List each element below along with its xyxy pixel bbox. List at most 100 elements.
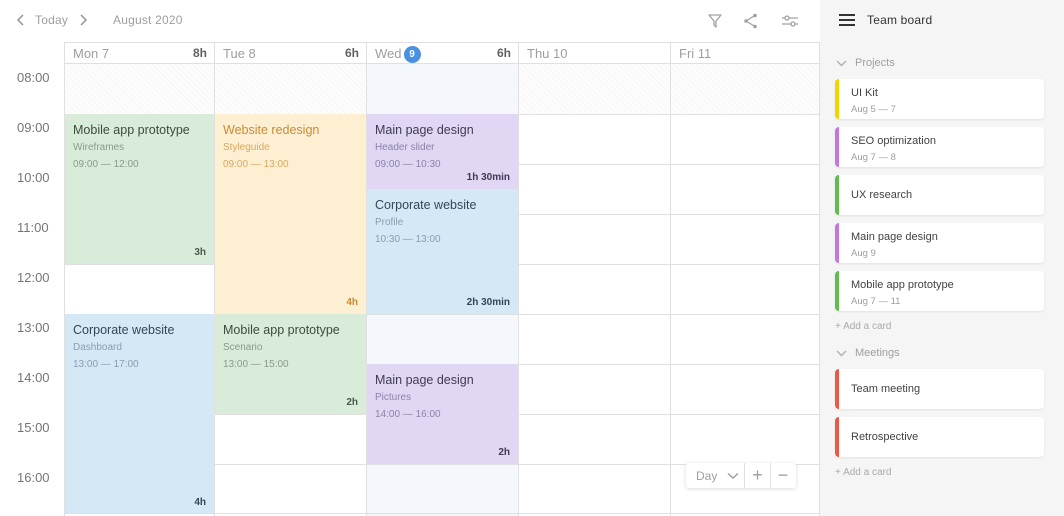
event-title: Corporate website bbox=[73, 323, 175, 337]
today-button[interactable]: Today bbox=[35, 13, 68, 27]
event-duration: 1h 30min bbox=[466, 172, 510, 183]
board-card[interactable]: UI Kit Aug 5 — 7 bbox=[835, 79, 1044, 119]
section-header-projects[interactable]: Projects bbox=[836, 57, 895, 69]
time-label: 11:00 bbox=[17, 220, 49, 235]
calendar-event[interactable]: Website redesign Styleguide 09:00 — 13:00 4… bbox=[215, 114, 366, 314]
section-title: Meetings bbox=[855, 347, 900, 359]
day-header[interactable]: Fri 11 bbox=[670, 42, 820, 64]
event-time-range: 09:00 — 10:30 bbox=[375, 159, 441, 170]
time-label: 09:00 bbox=[17, 120, 50, 135]
view-settings-button[interactable] bbox=[780, 11, 800, 31]
event-title: Main page design bbox=[375, 373, 474, 387]
event-duration: 2h bbox=[498, 447, 510, 458]
calendar-event[interactable]: Corporate website Dashboard 13:00 — 17:00 4… bbox=[65, 314, 214, 514]
time-label: 10:00 bbox=[17, 170, 50, 185]
filter-button[interactable] bbox=[705, 11, 725, 31]
event-subtitle: Dashboard bbox=[73, 342, 122, 353]
calendar-event[interactable]: Main page design Header slider 09:00 — 10:… bbox=[367, 114, 518, 189]
card-title: Team meeting bbox=[851, 383, 921, 395]
day-header[interactable]: Tue 8 6h bbox=[214, 42, 366, 64]
card-title: Retrospective bbox=[851, 431, 919, 443]
event-title: Website redesign bbox=[223, 123, 320, 137]
time-label: 14:00 bbox=[17, 370, 50, 385]
event-duration: 2h 30min bbox=[466, 297, 510, 308]
chevron-down-icon bbox=[836, 350, 847, 356]
zoom-out-button[interactable]: − bbox=[770, 463, 795, 488]
hamburger-menu-icon[interactable] bbox=[839, 14, 855, 26]
time-label: 12:00 bbox=[17, 270, 50, 285]
sliders-icon bbox=[782, 15, 798, 27]
card-date: Aug 7 — 8 bbox=[851, 152, 896, 163]
event-duration: 3h bbox=[194, 247, 206, 258]
week-calendar-grid: Mon 7 8h Tue 8 6h Wed 9 6h Thu 10 Fri 11 08:00 09… bbox=[0, 42, 820, 516]
day-header[interactable]: Mon 7 8h bbox=[64, 42, 214, 64]
event-time-range: 09:00 — 12:00 bbox=[73, 159, 139, 170]
event-title: Corporate website bbox=[375, 198, 477, 212]
add-card-button[interactable]: + Add a card bbox=[835, 467, 891, 478]
section-header-meetings[interactable]: Meetings bbox=[836, 347, 900, 359]
time-label: 15:00 bbox=[17, 420, 50, 435]
day-label: Mon 7 bbox=[73, 46, 110, 61]
next-week-button[interactable] bbox=[76, 12, 90, 28]
board-card[interactable]: UX research bbox=[835, 175, 1044, 215]
calendar-event[interactable]: Mobile app prototype Scenario 13:00 — 15:0… bbox=[215, 314, 366, 414]
chevron-down-icon bbox=[727, 472, 739, 479]
day-name: Fri 11 bbox=[679, 46, 711, 61]
card-title: UX research bbox=[851, 189, 913, 201]
share-button[interactable] bbox=[741, 11, 761, 31]
calendar-event[interactable]: Corporate website Profile 10:30 — 13:00 2h … bbox=[367, 189, 518, 314]
zoom-control: Day + − bbox=[686, 463, 796, 488]
view-mode-select[interactable]: Day bbox=[686, 463, 745, 488]
day-name: Thu 10 bbox=[527, 46, 567, 61]
event-subtitle: Pictures bbox=[375, 392, 412, 403]
current-month-label: August 2020 bbox=[113, 13, 183, 27]
chevron-right-icon bbox=[80, 14, 88, 26]
event-title: Main page design bbox=[375, 123, 474, 137]
card-date: Aug 9 bbox=[851, 248, 876, 259]
card-date: Aug 5 — 7 bbox=[851, 104, 896, 115]
off-hours-band bbox=[671, 64, 820, 114]
event-subtitle: Header slider bbox=[375, 142, 435, 153]
day-total-hours: 6h bbox=[344, 46, 359, 60]
card-title: SEO optimization bbox=[851, 135, 936, 147]
card-date: Aug 7 — 11 bbox=[851, 296, 901, 307]
board-card[interactable]: Main page design Aug 9 bbox=[835, 223, 1044, 263]
previous-week-button[interactable] bbox=[14, 12, 28, 28]
day-name: Mon 7 bbox=[73, 46, 109, 61]
day-column[interactable] bbox=[518, 64, 670, 516]
time-label: 08:00 bbox=[17, 70, 50, 85]
day-column[interactable] bbox=[670, 64, 820, 516]
board-card[interactable]: Team meeting bbox=[835, 369, 1044, 409]
board-card[interactable]: SEO optimization Aug 7 — 8 bbox=[835, 127, 1044, 167]
zoom-in-button[interactable]: + bbox=[745, 463, 770, 488]
add-card-button[interactable]: + Add a card bbox=[835, 321, 891, 332]
day-name: Wed 9 bbox=[375, 46, 421, 63]
calendar-event[interactable]: Main page design Pictures 14:00 — 16:00 2h bbox=[367, 364, 518, 464]
share-icon bbox=[744, 13, 757, 29]
chevron-left-icon bbox=[16, 14, 24, 26]
off-hours-band bbox=[65, 64, 214, 114]
time-label: 16:00 bbox=[17, 470, 50, 485]
chevron-down-icon bbox=[836, 60, 847, 66]
day-header[interactable]: Thu 10 bbox=[518, 42, 670, 64]
grid-bottom-border bbox=[64, 513, 820, 514]
filter-icon bbox=[708, 14, 722, 28]
day-header[interactable]: Wed 9 6h bbox=[366, 42, 518, 64]
view-mode-value: Day bbox=[696, 468, 718, 483]
board-card[interactable]: Mobile app prototype Aug 7 — 11 bbox=[835, 271, 1044, 311]
event-subtitle: Profile bbox=[375, 217, 404, 228]
calendar-event[interactable]: Mobile app prototype Wireframes 09:00 — 12… bbox=[65, 114, 214, 264]
day-label: Fri 11 bbox=[679, 46, 712, 61]
off-hours-band bbox=[215, 64, 366, 114]
day-total-hours: 6h bbox=[496, 46, 511, 60]
event-title: Mobile app prototype bbox=[223, 323, 340, 337]
today-date-badge: 9 bbox=[403, 46, 421, 63]
card-title: Mobile app prototype bbox=[851, 279, 954, 291]
board-title: Team board bbox=[867, 13, 933, 27]
board-card[interactable]: Retrospective bbox=[835, 417, 1044, 457]
event-time-range: 13:00 — 15:00 bbox=[223, 359, 289, 370]
event-duration: 4h bbox=[194, 497, 206, 508]
card-title: Main page design bbox=[851, 231, 938, 243]
event-title: Mobile app prototype bbox=[73, 123, 190, 137]
day-label: Thu 10 bbox=[527, 46, 568, 61]
